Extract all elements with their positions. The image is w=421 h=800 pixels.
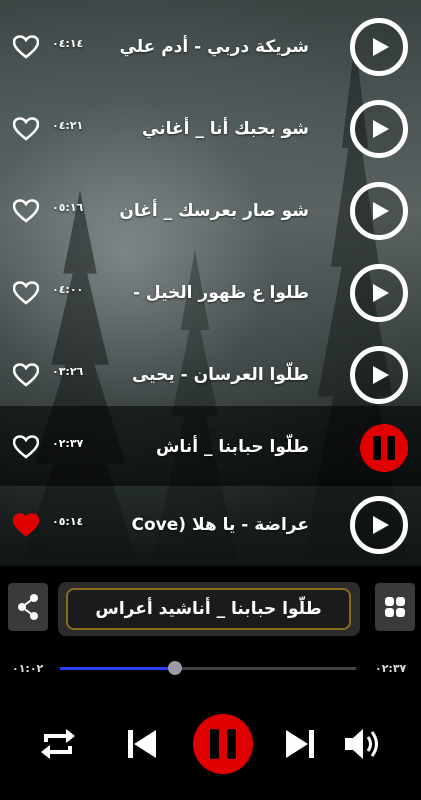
playlist-item[interactable]: ٠٤:١٤ شريكة دربي - أدم علي — [0, 6, 421, 88]
grid-icon — [385, 597, 405, 617]
pause-icon — [227, 729, 236, 759]
player-panel: طلّوا حبابنا _ أناشيد أعراس ٠١:٠٢ ٠٢:٣٧ — [0, 566, 421, 800]
now-playing-box: طلّوا حبابنا _ أناشيد أعراس — [58, 582, 360, 636]
share-button[interactable] — [8, 583, 48, 631]
repeat-button[interactable] — [38, 722, 78, 770]
track-duration: ٠٤:٢١ — [52, 119, 84, 132]
play-icon — [373, 202, 389, 220]
track-title: طلّوا حبابنا _ أناش — [155, 437, 309, 457]
pause-icon — [373, 436, 381, 460]
playlist-item[interactable]: ٠٤:٢١ شو بحبك أنا _ أغاني — [0, 88, 421, 170]
elapsed-time: ٠١:٠٢ — [12, 662, 44, 675]
now-playing-title: طلّوا حبابنا _ أناشيد أعراس — [66, 588, 351, 630]
pause-icon — [210, 729, 219, 759]
next-button[interactable] — [282, 726, 318, 766]
volume-button[interactable] — [341, 723, 383, 769]
track-duration: ٠٤:١٤ — [52, 37, 84, 50]
play-icon — [373, 38, 389, 56]
heart-icon[interactable] — [13, 435, 39, 459]
track-title: شو صار بعرسك _ أغان — [119, 201, 309, 221]
skip-previous-icon — [128, 730, 156, 758]
skip-next-icon — [286, 730, 314, 758]
play-button[interactable] — [350, 496, 408, 554]
play-button[interactable] — [350, 182, 408, 240]
seek-bar-progress — [60, 667, 176, 670]
playlist-item[interactable]: ٠٥:١٤ عراضة - يا هلا (Cove — [0, 484, 421, 566]
pause-button[interactable] — [193, 714, 253, 774]
play-button[interactable] — [350, 100, 408, 158]
track-duration: ٠٥:١٦ — [52, 201, 84, 214]
track-duration: ٠٥:١٤ — [52, 515, 84, 528]
track-title: عراضة - يا هلا (Cove — [131, 515, 310, 535]
heart-icon[interactable] — [13, 281, 39, 305]
playlist-item[interactable]: ٠٢:٣٧ طلّوا حبابنا _ أناش — [0, 406, 421, 486]
track-duration: ٠٤:٠٠ — [52, 283, 84, 296]
heart-icon[interactable] — [13, 117, 39, 141]
repeat-icon — [41, 729, 75, 759]
seek-bar[interactable] — [60, 661, 356, 675]
seek-bar-handle[interactable] — [168, 661, 183, 675]
play-icon — [373, 516, 389, 534]
track-duration: ٠٣:٢٦ — [52, 365, 84, 378]
play-icon — [373, 284, 389, 302]
play-icon — [373, 366, 389, 384]
pause-icon — [387, 436, 395, 460]
heart-icon[interactable] — [13, 35, 39, 59]
playlist-item[interactable]: ٠٤:٠٠ طلوا ع ظهور الخيل - — [0, 252, 421, 334]
track-title: طلوا ع ظهور الخيل - — [132, 283, 309, 303]
play-icon — [373, 120, 389, 138]
track-title: شو بحبك أنا _ أغاني — [142, 119, 309, 139]
heart-icon[interactable] — [13, 513, 39, 537]
volume-icon — [345, 729, 378, 759]
playlist: ٠٤:١٤ شريكة دربي - أدم علي ٠٤:٢١ شو بحبك أن… — [0, 0, 421, 566]
track-duration: ٠٢:٣٧ — [52, 437, 84, 450]
previous-button[interactable] — [124, 726, 160, 766]
playlist-grid-button[interactable] — [375, 583, 415, 631]
play-button[interactable] — [350, 18, 408, 76]
playlist-item[interactable]: ٠٣:٢٦ طلّوا العرسان - يحيى — [0, 334, 421, 416]
total-time: ٠٢:٣٧ — [375, 662, 407, 675]
track-title: طلّوا العرسان - يحيى — [131, 365, 309, 385]
share-icon — [18, 594, 38, 620]
heart-icon[interactable] — [13, 363, 39, 387]
pause-button[interactable] — [360, 424, 408, 472]
play-button[interactable] — [350, 264, 408, 322]
track-title: شريكة دربي - أدم علي — [119, 37, 309, 57]
playlist-item[interactable]: ٠٥:١٦ شو صار بعرسك _ أغان — [0, 170, 421, 252]
heart-icon[interactable] — [13, 199, 39, 223]
play-button[interactable] — [350, 346, 408, 404]
